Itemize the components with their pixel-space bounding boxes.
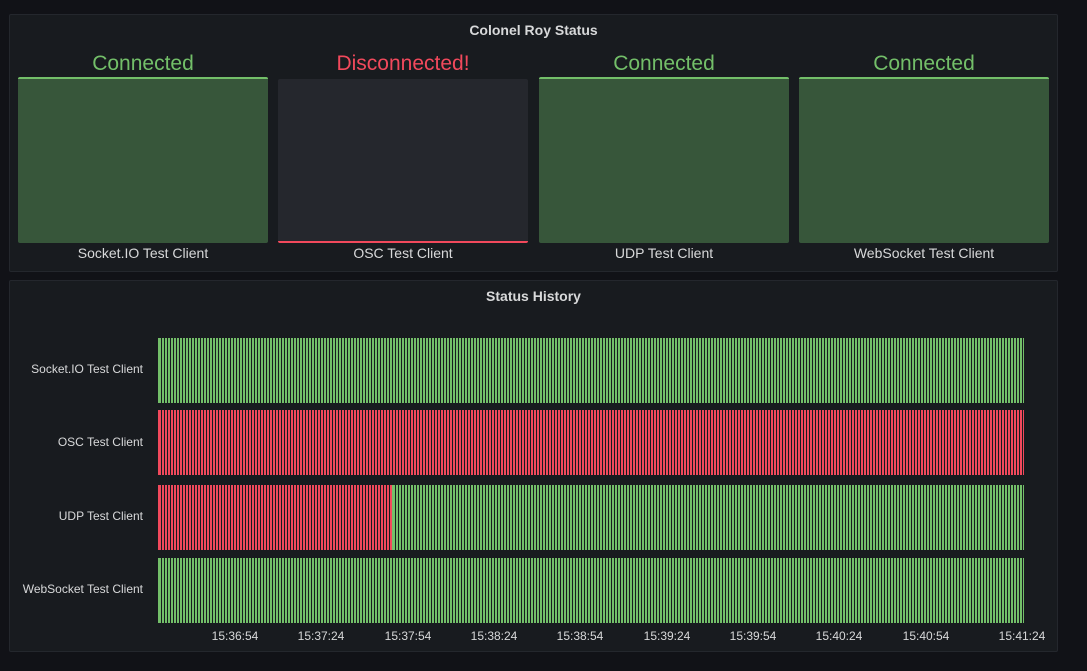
status-segment-disconnected[interactable] [158, 485, 392, 550]
stat-websocket[interactable]: Connected WebSocket Test Client [799, 51, 1049, 261]
status-segment-disconnected[interactable] [158, 410, 1024, 475]
stat-label: WebSocket Test Client [853, 245, 995, 261]
time-tick: 15:38:24 [470, 629, 518, 643]
time-tick: 15:38:54 [556, 629, 604, 643]
time-tick: 15:39:24 [643, 629, 691, 643]
stat-box [278, 79, 528, 243]
status-segment-connected[interactable] [158, 558, 1024, 623]
stat-value: Connected [873, 52, 975, 75]
time-tick: 15:36:54 [211, 629, 259, 643]
stat-box [18, 77, 268, 243]
stat-box [799, 77, 1049, 243]
stat-value: Connected [92, 52, 194, 75]
history-row-udp[interactable] [158, 485, 1024, 550]
time-tick: 15:40:24 [815, 629, 863, 643]
time-tick: 15:37:54 [384, 629, 432, 643]
history-panel: Status History Socket.IO Test Client OSC… [9, 280, 1058, 652]
history-panel-title[interactable]: Status History [10, 288, 1057, 304]
row-label-udp: UDP Test Client [58, 509, 143, 523]
status-panel: Colonel Roy Status Connected Socket.IO T… [9, 14, 1058, 272]
time-tick: 15:40:54 [902, 629, 950, 643]
stat-osc[interactable]: Disconnected! OSC Test Client [278, 51, 528, 261]
stat-udp[interactable]: Connected UDP Test Client [539, 51, 789, 261]
stat-socketio[interactable]: Connected Socket.IO Test Client [18, 51, 268, 261]
time-tick: 15:39:54 [729, 629, 777, 643]
stat-value: Connected [613, 52, 715, 75]
time-tick: 15:37:24 [297, 629, 345, 643]
stat-box [539, 77, 789, 243]
row-label-osc: OSC Test Client [57, 435, 143, 449]
history-row-osc[interactable] [158, 410, 1024, 475]
stat-label: Socket.IO Test Client [77, 245, 209, 261]
status-panel-title[interactable]: Colonel Roy Status [10, 22, 1057, 38]
history-row-websocket[interactable] [158, 558, 1024, 623]
stat-label: OSC Test Client [353, 245, 453, 261]
status-segment-connected[interactable] [158, 338, 1024, 403]
status-segment-connected[interactable] [392, 485, 1024, 550]
stat-label: UDP Test Client [614, 245, 714, 261]
stat-value: Disconnected! [336, 52, 470, 75]
history-row-socketio[interactable] [158, 338, 1024, 403]
time-tick: 15:41:24 [998, 629, 1046, 643]
row-label-websocket: WebSocket Test Client [22, 582, 143, 596]
row-label-socketio: Socket.IO Test Client [31, 362, 143, 376]
